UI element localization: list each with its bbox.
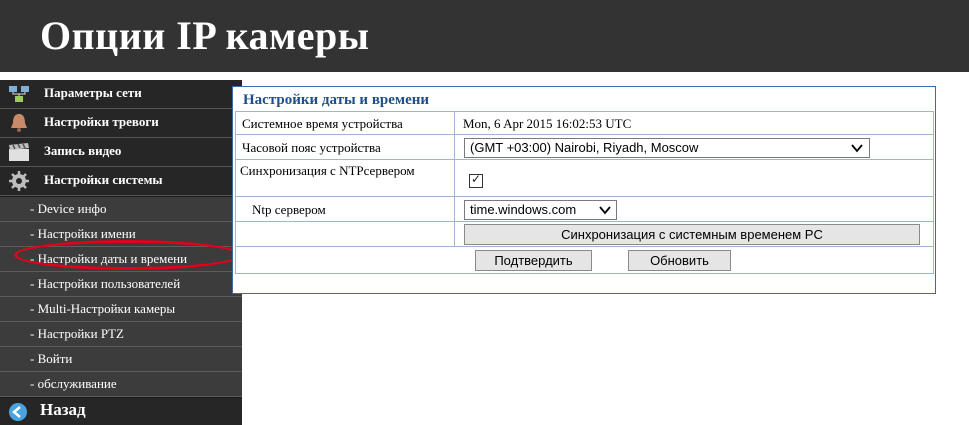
timezone-value-cell: (GMT +03:00) Nairobi, Riyadh, Moscow (454, 134, 934, 160)
sidebar-subitem-label: - Настройки PTZ (30, 326, 124, 341)
highlight-ellipse (14, 240, 242, 270)
system-time-value-cell: Mon, 6 Apr 2015 16:02:53 UTC (454, 111, 934, 135)
panel-title: Настройки даты и времени (243, 92, 430, 108)
back-arrow-icon (9, 403, 27, 421)
datetime-panel: Настройки даты и времени Системное время… (232, 86, 936, 294)
sidebar-item-system[interactable]: Настройки системы (0, 167, 242, 196)
sidebar-item-label: Запись видео (44, 143, 122, 158)
ntp-server-value-cell: time.windows.com (454, 196, 934, 222)
app-header: Опции IP камеры (0, 0, 969, 72)
chevron-down-icon (599, 206, 611, 215)
timezone-label-cell: Часовой пояс устройства (235, 134, 455, 160)
sync-pc-time-button[interactable]: Синхронизация с системным временем PC (464, 224, 920, 245)
ntp-sync-value-cell: ✓ (454, 159, 934, 197)
panel-header: Настройки даты и времени (235, 89, 933, 110)
ntp-server-select-value: time.windows.com (470, 202, 577, 217)
ntp-server-label: Ntp сервером (252, 202, 326, 217)
ntp-sync-label: Синхронизация с NTPсервером (240, 163, 415, 178)
sidebar-subitem-label: - Multi-Настройки камеры (30, 301, 176, 316)
ntp-server-select[interactable]: time.windows.com (464, 200, 617, 220)
sidebar-subitem-label: - обслуживание (30, 376, 117, 391)
sidebar-item-label: Настройки системы (44, 172, 163, 187)
sidebar-subitem-ptz[interactable]: - Настройки PTZ (0, 322, 242, 347)
gear-icon (9, 171, 29, 191)
sidebar-subitem-multi-camera[interactable]: - Multi-Настройки камеры (0, 297, 242, 322)
sidebar-subitem-label: - Настройки пользователей (30, 276, 181, 291)
sidebar-item-recording[interactable]: Запись видео (0, 138, 242, 167)
app-title: Опции IP камеры (40, 13, 370, 58)
sidebar-subitem-login[interactable]: - Войти (0, 347, 242, 372)
actions-row: Подтвердить Обновить (235, 246, 934, 274)
back-button[interactable]: Назад (0, 398, 242, 425)
system-time-value: Mon, 6 Apr 2015 16:02:53 UTC (463, 116, 632, 131)
timezone-select[interactable]: (GMT +03:00) Nairobi, Riyadh, Moscow (464, 138, 870, 158)
checkmark-icon: ✓ (471, 172, 482, 186)
sidebar-item-label: Параметры сети (44, 85, 142, 100)
system-time-label-cell: Системное время устройства (235, 111, 455, 135)
sidebar-item-label: Настройки тревоги (44, 114, 159, 129)
sidebar-subitem-maintenance[interactable]: - обслуживание (0, 372, 242, 397)
sync-pc-value-cell: Синхронизация с системным временем PC (454, 221, 934, 247)
sync-pc-label-cell (235, 221, 455, 247)
confirm-button[interactable]: Подтвердить (475, 250, 592, 271)
network-icon (9, 86, 29, 102)
timezone-select-value: (GMT +03:00) Nairobi, Riyadh, Moscow (470, 140, 699, 155)
refresh-button[interactable]: Обновить (628, 250, 731, 271)
video-clapper-icon (9, 143, 29, 161)
sidebar-subitem-label: - Войти (30, 351, 73, 366)
chevron-down-icon (851, 144, 863, 153)
timezone-label: Часовой пояс устройства (242, 140, 381, 155)
sidebar-subitem-device-info[interactable]: - Device инфо (0, 197, 242, 222)
system-time-label: Системное время устройства (242, 116, 403, 131)
sidebar-item-alarm[interactable]: Настройки тревоги (0, 109, 242, 138)
ntp-sync-label-cell: Синхронизация с NTPсервером (235, 159, 455, 197)
sidebar-subitem-users[interactable]: - Настройки пользователей (0, 272, 242, 297)
ntp-sync-checkbox[interactable]: ✓ (469, 172, 483, 188)
sidebar-subitem-label: - Device инфо (30, 201, 107, 216)
sidebar-item-network[interactable]: Параметры сети (0, 80, 242, 109)
alarm-bell-icon (11, 114, 27, 132)
ntp-server-label-cell: Ntp сервером (235, 196, 455, 222)
back-label: Назад (40, 400, 86, 419)
